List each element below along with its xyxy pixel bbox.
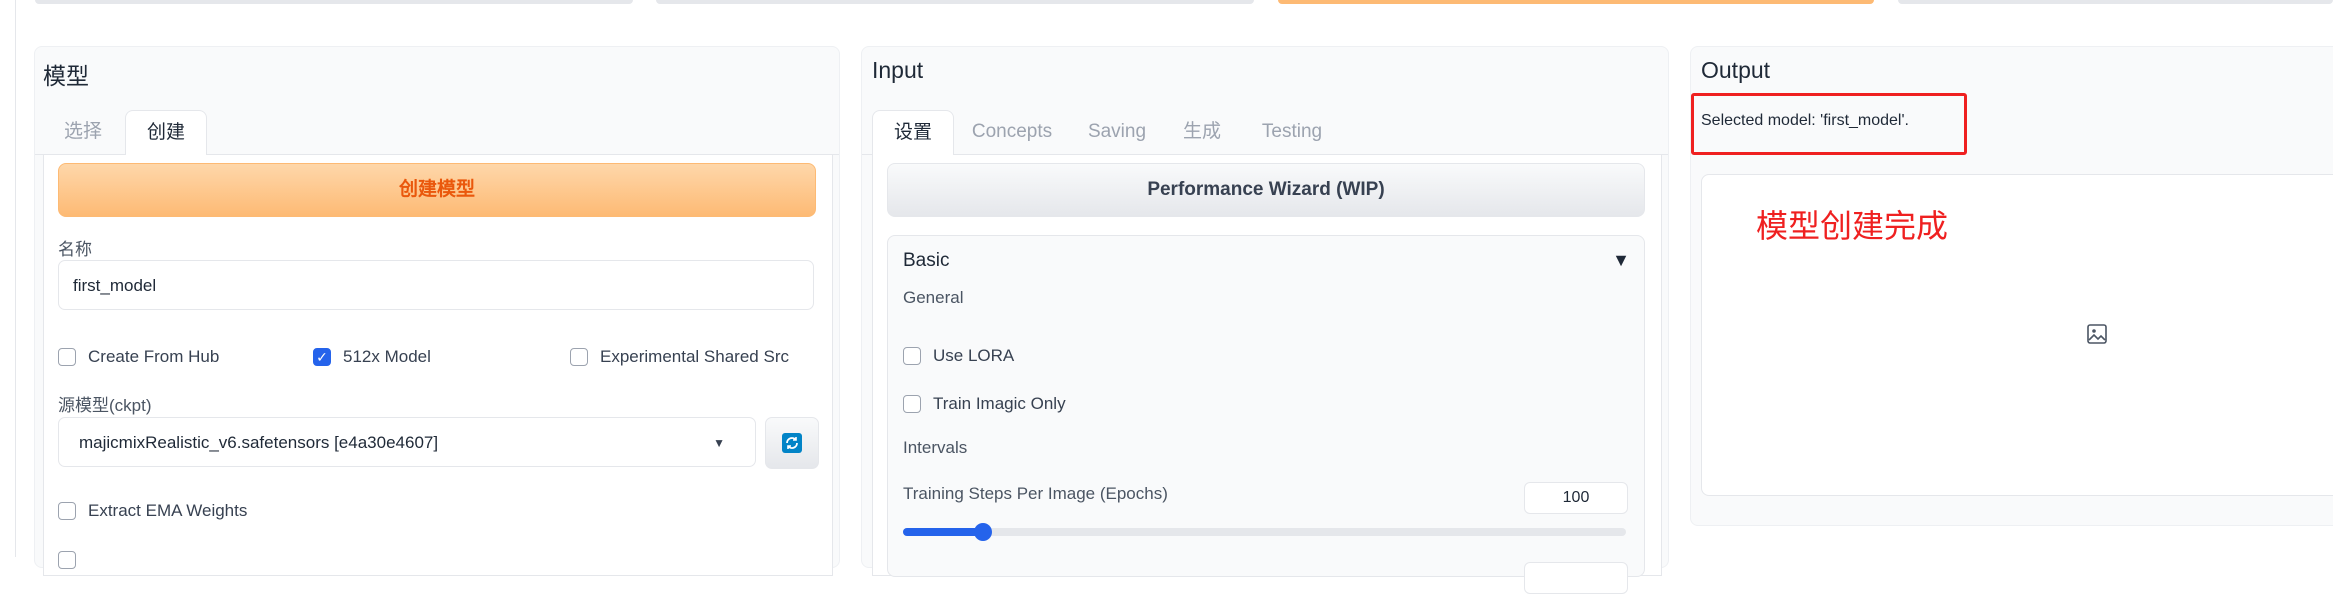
- tab-concepts[interactable]: Concepts: [957, 110, 1067, 154]
- epochs-slider-fill: [903, 528, 983, 536]
- model-created-annotation: 模型创建完成: [1756, 208, 1949, 244]
- checkbox-box[interactable]: [58, 551, 76, 569]
- tab-create[interactable]: 创建: [125, 110, 207, 156]
- model-tabs: 选择 创建: [35, 110, 839, 156]
- model-name-input[interactable]: first_model: [58, 260, 814, 310]
- basic-accordion-title[interactable]: Basic: [903, 250, 949, 272]
- create-model-button[interactable]: 创建模型: [58, 163, 816, 217]
- general-label: General: [903, 288, 964, 307]
- name-label: 名称: [58, 240, 92, 259]
- source-model-label: 源模型(ckpt): [58, 396, 152, 415]
- model-panel-title: 模型: [43, 63, 89, 89]
- extract-ema-label: Extract EMA Weights: [88, 501, 248, 520]
- next-number-input[interactable]: [1524, 562, 1628, 594]
- 512x-model-checkbox[interactable]: ✓ 512x Model: [313, 347, 431, 367]
- create-from-hub-checkbox[interactable]: Create From Hub: [58, 347, 219, 367]
- basic-accordion: Basic ▼ General Use LORA Train Imagic On…: [887, 235, 1645, 594]
- create-from-hub-label: Create From Hub: [88, 347, 220, 366]
- top-strip-2: [656, 0, 1254, 4]
- 512x-model-label: 512x Model: [343, 347, 431, 366]
- input-tabs: 设置 Concepts Saving 生成 Testing: [862, 110, 1668, 156]
- top-strip-generate[interactable]: [1278, 0, 1874, 4]
- checkbox-box[interactable]: [58, 348, 76, 366]
- performance-wizard-button[interactable]: Performance Wizard (WIP): [887, 163, 1645, 217]
- use-lora-label: Use LORA: [933, 346, 1015, 365]
- train-imagic-checkbox[interactable]: Train Imagic Only: [903, 394, 1066, 414]
- checkbox-box[interactable]: [58, 502, 76, 520]
- intervals-label: Intervals: [903, 438, 968, 457]
- dropdown-arrow-icon[interactable]: ▼: [713, 418, 725, 468]
- source-model-dropdown[interactable]: majicmixRealistic_v6.safetensors [e4a30e…: [58, 417, 756, 467]
- tab-testing[interactable]: Testing: [1242, 110, 1342, 154]
- collapse-icon[interactable]: ▼: [1612, 250, 1630, 271]
- epochs-number-input[interactable]: 100: [1524, 482, 1628, 514]
- refresh-icon: [782, 433, 802, 453]
- checkbox-box-checked[interactable]: ✓: [313, 348, 331, 366]
- input-panel: Input 设置 Concepts Saving 生成 Testing Perf…: [861, 46, 1669, 594]
- refresh-models-button[interactable]: [765, 417, 819, 469]
- status-text: Selected model: 'first_model'.: [1701, 112, 1909, 129]
- epochs-label: Training Steps Per Image (Epochs): [903, 484, 1168, 503]
- experimental-shared-src-label: Experimental Shared Src: [600, 347, 789, 366]
- checkbox-box[interactable]: [903, 347, 921, 365]
- tab-generate[interactable]: 生成: [1167, 110, 1237, 154]
- output-panel: Output Selected model: 'first_model'.: [1690, 46, 2333, 526]
- input-panel-title: Input: [872, 57, 924, 83]
- partial-checkbox[interactable]: [58, 551, 88, 569]
- tab-saving[interactable]: Saving: [1072, 110, 1162, 154]
- experimental-shared-src-checkbox[interactable]: Experimental Shared Src: [570, 347, 789, 367]
- top-strip-4: [1898, 0, 2333, 4]
- left-border: [15, 0, 16, 557]
- image-placeholder-icon: [2087, 324, 2107, 344]
- use-lora-checkbox[interactable]: Use LORA: [903, 346, 1014, 366]
- output-panel-title: Output: [1701, 57, 1771, 83]
- checkbox-box[interactable]: [570, 348, 588, 366]
- source-model-value: majicmixRealistic_v6.safetensors [e4a30e…: [79, 433, 439, 452]
- epochs-slider-thumb[interactable]: [973, 523, 992, 541]
- checkbox-box[interactable]: [903, 395, 921, 413]
- train-imagic-label: Train Imagic Only: [933, 394, 1066, 413]
- epochs-slider[interactable]: [903, 523, 1626, 541]
- tab-select[interactable]: 选择: [43, 110, 123, 154]
- model-panel: 模型 选择 创建 创建模型 名称 first_model Create From…: [34, 46, 840, 576]
- top-strip-1: [35, 0, 633, 4]
- tab-settings[interactable]: 设置: [872, 110, 954, 156]
- extract-ema-checkbox[interactable]: Extract EMA Weights: [58, 501, 247, 521]
